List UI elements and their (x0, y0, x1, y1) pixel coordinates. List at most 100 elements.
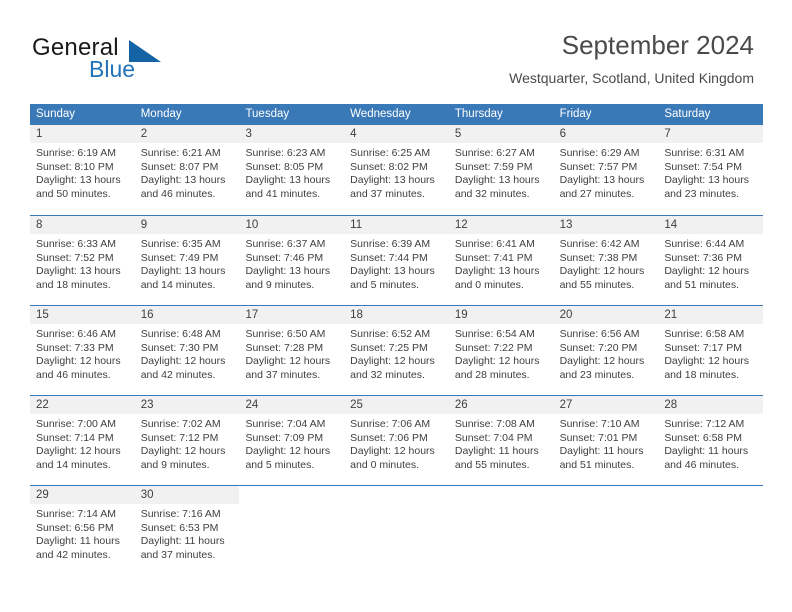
calendar-day-cell[interactable]: 21 Sunrise: 6:58 AM Sunset: 7:17 PM Dayligh… (658, 306, 764, 395)
day-details: Sunrise: 7:10 AM Sunset: 7:01 PM Daylight:… (554, 414, 659, 472)
daylight-duration-line1: Daylight: 12 hours (245, 445, 331, 458)
day-number-band: 4 (344, 125, 449, 143)
calendar-day-cell[interactable]: 27 Sunrise: 7:10 AM Sunset: 7:01 PM Dayligh… (553, 396, 659, 485)
sunrise-time: Sunrise: 6:29 AM (559, 147, 640, 159)
calendar-day-cell[interactable]: 9 Sunrise: 6:35 AM Sunset: 7:49 PM Daylight… (134, 216, 240, 305)
calendar-day-cell[interactable]: 17 Sunrise: 6:50 AM Sunset: 7:28 PM Dayligh… (239, 306, 345, 395)
daylight-duration-line1: Daylight: 12 hours (350, 445, 435, 458)
day-number: 19 (454, 309, 468, 321)
day-number: 7 (664, 128, 671, 140)
sunrise-time: Sunrise: 7:04 AM (245, 418, 326, 430)
daylight-duration-line1: Daylight: 13 hours (140, 265, 226, 278)
calendar-week-row: 15 Sunrise: 6:46 AM Sunset: 7:33 PM Dayligh… (30, 305, 764, 395)
calendar-day-cell[interactable]: 16 Sunrise: 6:48 AM Sunset: 7:30 PM Dayligh… (134, 306, 240, 395)
calendar-page: General Blue September 2024 Westquarter,… (0, 0, 792, 612)
daylight-duration-line1: Daylight: 12 hours (140, 355, 226, 368)
calendar-day-cell[interactable]: 15 Sunrise: 6:46 AM Sunset: 7:33 PM Dayligh… (30, 306, 135, 395)
day-details: Sunrise: 6:33 AM Sunset: 7:52 PM Daylight:… (30, 234, 135, 292)
calendar-day-cell[interactable]: 22 Sunrise: 7:00 AM Sunset: 7:14 PM Dayligh… (30, 396, 135, 485)
calendar-day-cell[interactable]: 6 Sunrise: 6:29 AM Sunset: 7:57 PM Daylight… (553, 125, 659, 215)
day-number: 5 (454, 128, 462, 140)
weekday-header-monday: Monday (140, 108, 182, 120)
daylight-duration-line1: Daylight: 11 hours (664, 445, 749, 458)
brand-logo[interactable]: General Blue (32, 34, 262, 86)
sunset-time: Sunset: 6:53 PM (140, 521, 219, 534)
calendar-day-cell[interactable]: 30 Sunrise: 7:16 AM Sunset: 6:53 PM Dayligh… (134, 486, 240, 575)
calendar-day-cell[interactable]: 23 Sunrise: 7:02 AM Sunset: 7:12 PM Dayligh… (134, 396, 240, 485)
daylight-duration-line1: Daylight: 12 hours (454, 355, 540, 368)
calendar-day-cell[interactable]: 13 Sunrise: 6:42 AM Sunset: 7:38 PM Dayligh… (553, 216, 659, 305)
calendar-weeks: 1 Sunrise: 6:19 AM Sunset: 8:10 PM Daylight… (30, 125, 764, 575)
calendar-day-cell[interactable]: 25 Sunrise: 7:06 AM Sunset: 7:06 PM Dayligh… (344, 396, 449, 485)
sunset-time: Sunset: 7:30 PM (140, 341, 219, 354)
calendar-day-cell[interactable]: 18 Sunrise: 6:52 AM Sunset: 7:25 PM Dayligh… (344, 306, 449, 395)
day-number-band: 23 (134, 396, 240, 414)
day-number: 30 (140, 489, 154, 501)
day-number-band: 8 (30, 216, 135, 234)
calendar-day-cell[interactable]: 11 Sunrise: 6:39 AM Sunset: 7:44 PM Dayligh… (344, 216, 449, 305)
sunset-time: Sunset: 7:38 PM (559, 251, 638, 264)
day-details: Sunrise: 6:56 AM Sunset: 7:20 PM Daylight:… (554, 324, 659, 382)
brand-name-secondary: Blue (89, 56, 136, 82)
sunrise-time: Sunrise: 6:31 AM (664, 147, 745, 159)
daylight-duration-line1: Daylight: 11 hours (36, 535, 120, 548)
daylight-duration-line1: Daylight: 11 hours (454, 445, 539, 458)
calendar-day-cell[interactable]: 7 Sunrise: 6:31 AM Sunset: 7:54 PM Daylight… (658, 125, 764, 215)
calendar-day-cell[interactable]: 1 Sunrise: 6:19 AM Sunset: 8:10 PM Daylight… (30, 125, 135, 215)
sunset-time: Sunset: 7:59 PM (454, 160, 533, 173)
calendar-day-cell[interactable]: 14 Sunrise: 6:44 AM Sunset: 7:36 PM Dayligh… (658, 216, 764, 305)
calendar-day-cell[interactable]: 12 Sunrise: 6:41 AM Sunset: 7:41 PM Dayligh… (448, 216, 554, 305)
calendar-day-cell[interactable]: 4 Sunrise: 6:25 AM Sunset: 8:02 PM Daylight… (344, 125, 449, 215)
sunset-time: Sunset: 7:36 PM (664, 251, 742, 264)
daylight-duration-line2: and 18 minutes. (36, 278, 111, 291)
daylight-duration-line2: and 46 minutes. (664, 458, 740, 471)
calendar-day-cell-empty (344, 486, 449, 575)
sunset-time: Sunset: 7:20 PM (559, 341, 638, 354)
day-number: 2 (140, 128, 148, 140)
day-number-band: 17 (239, 306, 345, 324)
day-number: 3 (245, 128, 252, 140)
calendar-day-cell[interactable]: 10 Sunrise: 6:37 AM Sunset: 7:46 PM Dayligh… (239, 216, 345, 305)
daylight-duration-line2: and 23 minutes. (559, 368, 635, 381)
calendar-day-cell[interactable]: 2 Sunrise: 6:21 AM Sunset: 8:07 PM Daylight… (134, 125, 240, 215)
sunset-time: Sunset: 7:28 PM (245, 341, 324, 354)
daylight-duration-line2: and 37 minutes. (245, 368, 321, 381)
calendar-day-cell[interactable]: 24 Sunrise: 7:04 AM Sunset: 7:09 PM Dayligh… (239, 396, 345, 485)
daylight-duration-line1: Daylight: 13 hours (350, 174, 435, 187)
sunrise-time: Sunrise: 6:54 AM (454, 328, 535, 340)
daylight-duration-line1: Daylight: 12 hours (664, 265, 749, 278)
sunrise-time: Sunrise: 7:02 AM (140, 418, 221, 430)
day-details: Sunrise: 6:25 AM Sunset: 8:02 PM Daylight:… (344, 143, 449, 201)
daylight-duration-line1: Daylight: 13 hours (36, 265, 121, 278)
day-details: Sunrise: 7:14 AM Sunset: 6:56 PM Daylight:… (30, 504, 135, 562)
daylight-duration-line2: and 0 minutes. (350, 458, 420, 471)
sunrise-time: Sunrise: 6:25 AM (350, 147, 431, 159)
calendar-day-cell[interactable]: 29 Sunrise: 7:14 AM Sunset: 6:56 PM Dayligh… (30, 486, 135, 575)
weekday-header-wednesday: Wednesday (350, 108, 411, 120)
calendar-day-cell[interactable]: 8 Sunrise: 6:33 AM Sunset: 7:52 PM Daylight… (30, 216, 135, 305)
calendar-day-cell[interactable]: 19 Sunrise: 6:54 AM Sunset: 7:22 PM Dayligh… (448, 306, 554, 395)
sunrise-time: Sunrise: 6:35 AM (140, 238, 221, 250)
calendar-day-cell[interactable]: 20 Sunrise: 6:56 AM Sunset: 7:20 PM Dayligh… (553, 306, 659, 395)
day-details: Sunrise: 7:06 AM Sunset: 7:06 PM Daylight:… (344, 414, 449, 472)
day-number: 28 (664, 399, 678, 411)
day-number: 4 (350, 128, 357, 140)
day-details: Sunrise: 6:41 AM Sunset: 7:41 PM Daylight:… (449, 234, 554, 292)
daylight-duration-line1: Daylight: 13 hours (350, 265, 435, 278)
calendar-day-cell[interactable]: 26 Sunrise: 7:08 AM Sunset: 7:04 PM Dayligh… (448, 396, 554, 485)
daylight-duration-line2: and 37 minutes. (140, 548, 216, 561)
sunset-time: Sunset: 8:07 PM (140, 160, 219, 173)
daylight-duration-line2: and 9 minutes. (245, 278, 315, 291)
daylight-duration-line1: Daylight: 13 hours (664, 174, 749, 187)
calendar-day-cell[interactable]: 3 Sunrise: 6:23 AM Sunset: 8:05 PM Daylight… (239, 125, 345, 215)
sunrise-time: Sunrise: 6:52 AM (350, 328, 431, 340)
calendar-week-row: 29 Sunrise: 7:14 AM Sunset: 6:56 PM Dayligh… (30, 485, 764, 575)
day-details: Sunrise: 6:23 AM Sunset: 8:05 PM Daylight:… (239, 143, 344, 201)
day-number: 22 (36, 399, 49, 411)
calendar-day-cell[interactable]: 5 Sunrise: 6:27 AM Sunset: 7:59 PM Daylight… (448, 125, 554, 215)
weekday-header-friday: Friday (559, 108, 592, 120)
calendar-day-cell[interactable]: 28 Sunrise: 7:12 AM Sunset: 6:58 PM Dayligh… (658, 396, 764, 485)
day-details: Sunrise: 6:48 AM Sunset: 7:30 PM Daylight:… (135, 324, 240, 382)
daylight-duration-line2: and 5 minutes. (350, 278, 420, 291)
sunset-time: Sunset: 7:14 PM (36, 431, 114, 444)
